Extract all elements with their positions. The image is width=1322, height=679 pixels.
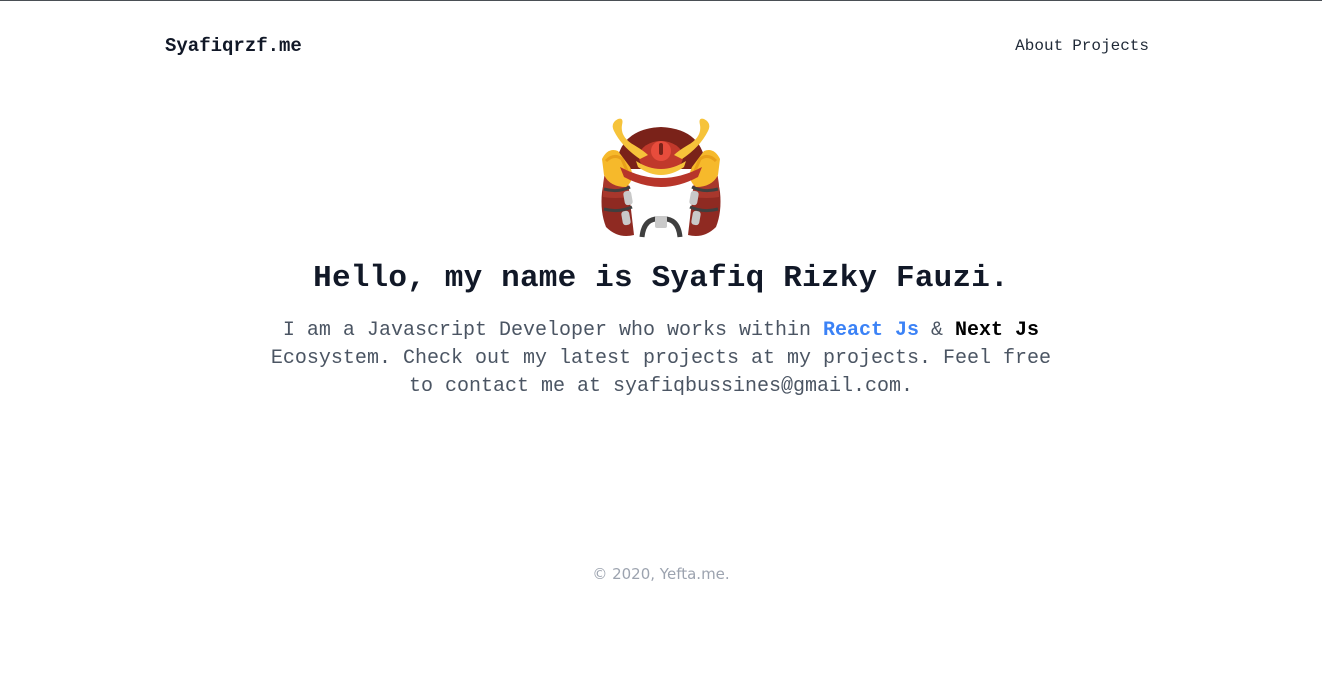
react-js-link[interactable]: React Js <box>823 319 919 342</box>
projects-inline-link[interactable]: projects <box>823 347 919 370</box>
hero-title: Hello, my name is Syafiq Rizky Fauzi. <box>313 261 1009 296</box>
intro-text-2: Ecosystem. Check out my latest projects … <box>270 347 824 370</box>
hero-intro: I am a Javascript Developer who works wi… <box>261 317 1061 401</box>
email-link[interactable]: syafiqbussines@gmail.com <box>613 375 901 398</box>
nav-about-link[interactable]: About <box>1015 36 1063 56</box>
site-header: Syafiqrzf.me About Projects <box>165 1 1149 91</box>
next-js-link[interactable]: Next Js <box>955 319 1039 342</box>
intro-text-1: I am a Javascript Developer who works wi… <box>282 319 824 342</box>
site-footer: © 2020, Yefta.me. <box>0 564 1322 584</box>
samurai-helmet-icon <box>601 118 721 238</box>
main-nav: About Projects <box>1015 36 1149 56</box>
copyright-text: © 2020, Yefta.me. <box>592 565 730 583</box>
intro-text-4: . <box>901 375 914 398</box>
intro-ampersand: & <box>919 319 956 342</box>
nav-projects-link[interactable]: Projects <box>1072 36 1149 56</box>
brand-link[interactable]: Syafiqrzf.me <box>165 34 302 58</box>
